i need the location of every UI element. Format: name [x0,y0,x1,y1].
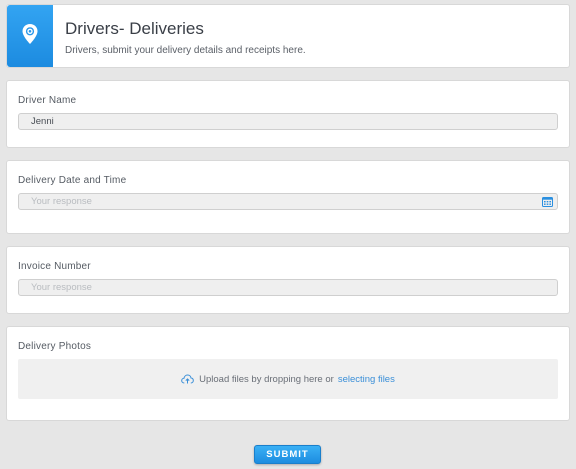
driver-name-input[interactable]: Jenni [18,113,558,130]
delivery-datetime-card: Delivery Date and Time Your response [6,160,570,234]
form-header: Drivers- Deliveries Drivers, submit your… [6,4,570,68]
selecting-files-link[interactable]: selecting files [338,374,395,385]
file-drop-zone[interactable]: Upload files by dropping here or selecti… [18,359,558,399]
cloud-upload-icon [181,374,194,384]
delivery-photos-label: Delivery Photos [18,341,92,352]
driver-name-card: Driver Name Jenni [6,80,570,148]
invoice-number-card: Invoice Number Your response [6,246,570,314]
delivery-datetime-placeholder: Your response [31,196,92,207]
delivery-photos-card: Delivery Photos Upload files by dropping… [6,326,570,421]
form-title: Drivers- Deliveries [65,19,204,38]
invoice-number-label: Invoice Number [18,261,91,272]
header-icon-box [7,5,53,67]
form-description: Drivers, submit your delivery details an… [65,45,306,56]
submit-button[interactable]: SUBMIT [254,445,321,464]
driver-name-label: Driver Name [18,95,77,106]
invoice-number-input[interactable]: Your response [18,279,558,296]
delivery-datetime-input[interactable]: Your response [18,193,558,210]
calendar-icon[interactable] [542,196,553,212]
delivery-datetime-label: Delivery Date and Time [18,175,127,186]
upload-instruction-text: Upload files by dropping here or [199,373,334,385]
location-pin-icon [21,23,39,50]
